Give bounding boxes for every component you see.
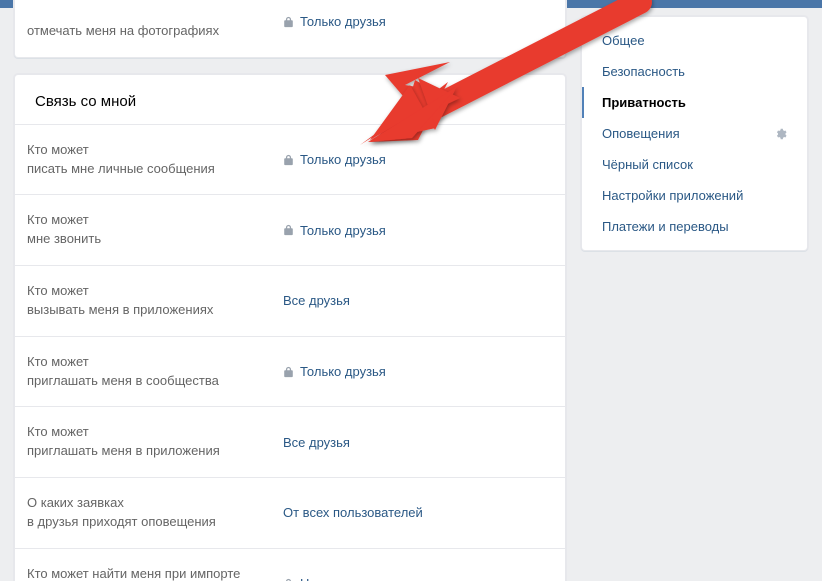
setting-value[interactable]: Только друзья: [283, 152, 545, 167]
setting-label-line1: Кто может: [27, 212, 89, 227]
setting-value[interactable]: Никто: [283, 576, 545, 581]
setting-label-line2: мне: [27, 231, 54, 246]
setting-value-text: Все друзья: [283, 435, 350, 450]
setting-row: Кто может приглашать меня в приложения В…: [15, 407, 565, 478]
section-card-tagging: - отмечать меня на фотографиях Только др…: [14, 0, 566, 58]
setting-label-bold: оповещения: [141, 514, 216, 529]
section-card-contact: Связь со мной Кто может писать мне личны…: [14, 74, 566, 581]
setting-label-line1: О каких заявках: [27, 495, 124, 510]
sidebar-item-general[interactable]: Общее: [582, 25, 807, 56]
setting-label: - отмечать меня на фотографиях: [27, 3, 283, 41]
setting-label-line2: отмечать меня на фотографиях: [27, 23, 219, 38]
sidebar: Общее Безопасность Приватность Оповещени…: [581, 16, 808, 251]
section-title: Связь со мной: [15, 75, 565, 125]
lock-icon: [283, 578, 294, 581]
lock-icon: [283, 224, 294, 236]
setting-row: Кто может писать мне личные сообщения То…: [15, 125, 565, 196]
lock-icon: [283, 16, 294, 28]
setting-label: Кто может мне звонить: [27, 211, 283, 249]
gear-icon[interactable]: [773, 127, 787, 141]
setting-label-bold: звонить: [54, 231, 101, 246]
setting-value-text: Все друзья: [283, 293, 350, 308]
setting-value[interactable]: Все друзья: [283, 293, 545, 308]
setting-value[interactable]: Только друзья: [283, 223, 545, 238]
setting-row: О каких заявках в друзья приходят оповещ…: [15, 478, 565, 549]
setting-label-line2: писать мне личные: [27, 161, 147, 176]
setting-value-text: От всех пользователей: [283, 505, 423, 520]
sidebar-item-label: Приватность: [602, 95, 686, 110]
setting-label-line2: в друзья приходят: [27, 514, 141, 529]
setting-row: - отмечать меня на фотографиях Только др…: [15, 0, 565, 57]
setting-label-line2: вызывать меня в: [27, 302, 133, 317]
setting-label-line1: Кто может: [27, 354, 89, 369]
sidebar-card: Общее Безопасность Приватность Оповещени…: [581, 16, 808, 251]
setting-value-text: Только друзья: [300, 14, 386, 29]
sidebar-item-privacy[interactable]: Приватность: [582, 87, 807, 118]
sidebar-item-label: Чёрный список: [602, 157, 693, 172]
setting-label-bold: приложениях: [133, 302, 213, 317]
main-column: - отмечать меня на фотографиях Только др…: [14, 0, 566, 581]
setting-value-text: Никто: [300, 576, 336, 581]
sidebar-item-notifications[interactable]: Оповещения: [582, 118, 807, 149]
setting-row: Кто может мне звонить Только друзья: [15, 195, 565, 266]
setting-label: О каких заявках в друзья приходят оповещ…: [27, 494, 283, 532]
sidebar-item-label: Платежи и переводы: [602, 219, 729, 234]
setting-value-text: Только друзья: [300, 364, 386, 379]
setting-row: Кто может найти меня при импорте контакт…: [15, 549, 565, 581]
setting-label-bold: приложения: [146, 443, 220, 458]
setting-label-bold: сообщения: [147, 161, 215, 176]
setting-value[interactable]: От всех пользователей: [283, 505, 545, 520]
sidebar-item-label: Общее: [602, 33, 645, 48]
setting-label: Кто может вызывать меня в приложениях: [27, 282, 283, 320]
setting-label-line1: Кто может: [27, 283, 89, 298]
setting-label: Кто может приглашать меня в сообщества: [27, 353, 283, 391]
setting-label: Кто может писать мне личные сообщения: [27, 141, 283, 179]
setting-label-line2: приглашать меня в: [27, 373, 146, 388]
setting-value-text: Только друзья: [300, 223, 386, 238]
setting-row: Кто может приглашать меня в сообщества Т…: [15, 337, 565, 408]
setting-label-line1: Кто может: [27, 424, 89, 439]
sidebar-item-security[interactable]: Безопасность: [582, 56, 807, 87]
setting-value[interactable]: Только друзья: [283, 364, 545, 379]
sidebar-item-payments[interactable]: Платежи и переводы: [582, 211, 807, 242]
sidebar-item-apps[interactable]: Настройки приложений: [582, 180, 807, 211]
sidebar-item-label: Безопасность: [602, 64, 685, 79]
sidebar-item-blacklist[interactable]: Чёрный список: [582, 149, 807, 180]
setting-label: Кто может найти меня при импорте контакт…: [27, 565, 283, 581]
setting-value[interactable]: Только друзья: [283, 14, 545, 29]
setting-label-line2: приглашать меня в: [27, 443, 146, 458]
setting-row: Кто может вызывать меня в приложениях Вс…: [15, 266, 565, 337]
lock-icon: [283, 366, 294, 378]
sidebar-item-label: Настройки приложений: [602, 188, 743, 203]
setting-label-line1: Кто может: [27, 142, 89, 157]
setting-label: Кто может приглашать меня в приложения: [27, 423, 283, 461]
sidebar-item-label: Оповещения: [602, 126, 680, 141]
page: - отмечать меня на фотографиях Только др…: [0, 8, 822, 581]
setting-value-text: Только друзья: [300, 152, 386, 167]
setting-value[interactable]: Все друзья: [283, 435, 545, 450]
setting-label-line1: Кто может найти меня при импорте: [27, 566, 240, 581]
lock-icon: [283, 154, 294, 166]
setting-label-bold: сообщества: [146, 373, 219, 388]
